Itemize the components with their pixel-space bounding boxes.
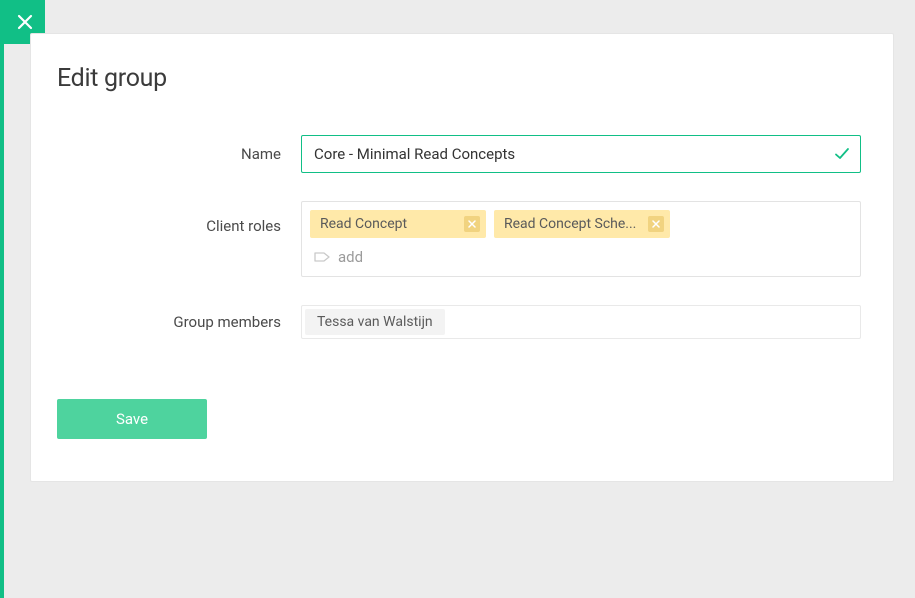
role-tag-label: Read Concept (320, 216, 407, 232)
row-client-roles: Client roles Read Concept Read Concept S… (57, 201, 867, 277)
client-roles-label: Client roles (57, 201, 301, 235)
tag-icon (314, 250, 330, 264)
role-tag-remove[interactable] (464, 216, 480, 232)
role-tag-label: Read Concept Sche... (504, 216, 636, 232)
row-name: Name (57, 135, 867, 173)
group-members-box[interactable]: Tessa van Walstijn (301, 305, 861, 339)
add-role-row[interactable]: add (310, 244, 852, 272)
client-roles-box: Read Concept Read Concept Sche... (301, 201, 861, 277)
group-members-label: Group members (57, 313, 301, 331)
check-icon (834, 146, 850, 162)
role-tag: Read Concept Sche... (494, 210, 670, 238)
row-group-members: Group members Tessa van Walstijn (57, 305, 867, 339)
add-role-placeholder: add (338, 248, 363, 266)
edit-group-panel: Edit group Name Client roles Read Concep… (30, 33, 894, 482)
save-button[interactable]: Save (57, 399, 207, 439)
remove-icon (652, 220, 660, 228)
name-input-wrap (301, 135, 861, 173)
remove-icon (468, 220, 476, 228)
member-chip: Tessa van Walstijn (305, 309, 445, 335)
name-input[interactable] (314, 145, 824, 163)
accent-stripe (0, 0, 4, 598)
page-title: Edit group (57, 64, 867, 93)
close-icon (17, 14, 33, 30)
role-tag: Read Concept (310, 210, 486, 238)
member-chip-label: Tessa van Walstijn (317, 314, 433, 330)
client-roles-tags: Read Concept Read Concept Sche... (310, 210, 852, 238)
name-label: Name (57, 145, 301, 163)
role-tag-remove[interactable] (648, 216, 664, 232)
